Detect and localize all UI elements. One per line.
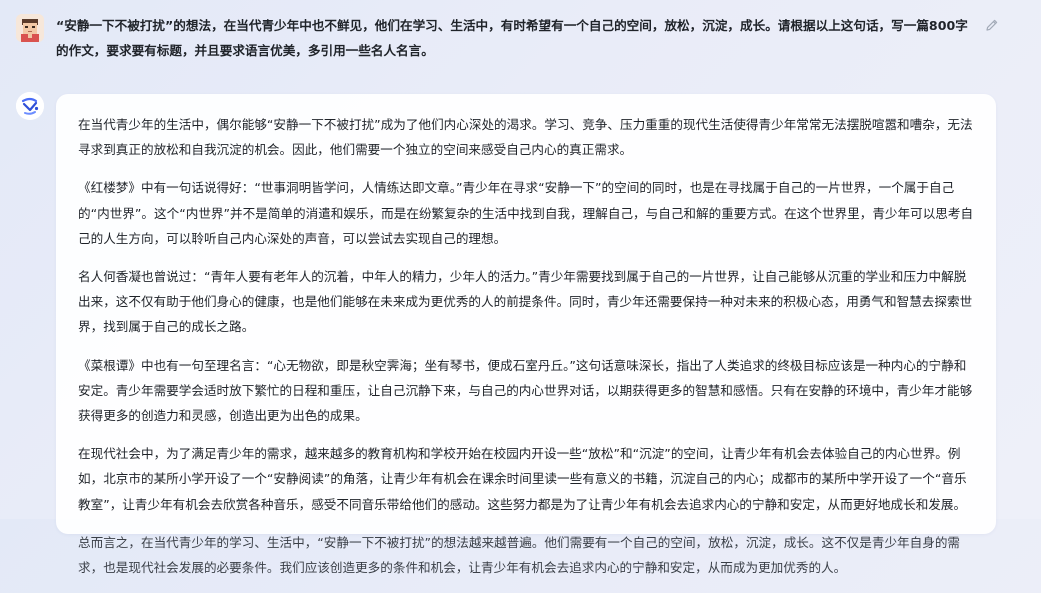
assistant-answer-card: 在当代青少年的生活中，偶尔能够“安静一下不被打扰”成为了他们内心深处的渴求。学习… [56,94,996,575]
assistant-logo-icon [16,92,44,120]
user-avatar-icon [16,14,44,42]
pencil-edit-icon[interactable] [985,17,999,31]
user-question-text: “安静一下不被打扰”的想法，在当代青少年中也不鲜见，他们在学习、生活中，有时希望… [56,18,968,58]
answer-paragraph: 《菜根谭》中也有一句至理名言：“心无物欲，即是秋空霁海；坐有琴书，便成石室丹丘。… [78,357,973,424]
answer-paragraph: 总而言之，在当代青少年的学习、生活中，“安静一下不被打扰”的想法越来越普遍。他们… [78,534,961,576]
answer-paragraph: 在当代青少年的生活中，偶尔能够“安静一下不被打扰”成为了他们内心深处的渴求。学习… [78,117,973,158]
answer-paragraph: 在现代社会中，为了满足青少年的需求，越来越多的教育机构和学校开始在校园内开设一些… [78,446,967,512]
answer-body: 在当代青少年的生活中，偶尔能够“安静一下不被打扰”成为了他们内心深处的渴求。学习… [78,112,976,593]
answer-paragraph: 《红楼梦》中有一句话说得好：“世事洞明皆学问，人情练达即文章。”青少年在寻求“安… [78,180,974,246]
answer-paragraph: 名人何香凝也曾说过：“青年人要有老年人的沉着，中年人的精力，少年人的活力。”青少… [78,269,973,335]
user-message-row: “安静一下不被打扰”的想法，在当代青少年中也不鲜见，他们在学习、生活中，有时希望… [0,0,1041,80]
